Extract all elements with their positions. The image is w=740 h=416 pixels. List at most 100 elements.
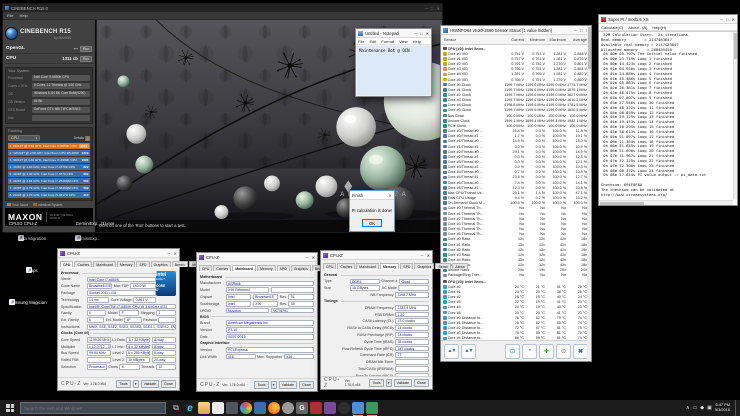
ranking-row[interactable]: 5. 4C/8T @ 3.40 GHz, Intel Core i7-3770 … (8, 171, 90, 177)
reorder-button[interactable]: ▲▼ (461, 344, 476, 359)
chart-app-icon[interactable] (366, 402, 378, 414)
superpi-title-bar[interactable]: Super PI / mod1.5 XS ─□✕ (599, 15, 737, 24)
menu-item[interactable]: Help (413, 39, 421, 44)
sensor-row[interactable]: Core #4 Clock 4198.8 MHz 1199.6 MHz 4199… (441, 103, 587, 108)
menu-item[interactable]: Help(H) (652, 25, 666, 30)
sensor-row[interactable]: Core #3/Thread #1 ... 0.0 % 0.0 % 100.0 … (441, 165, 587, 170)
menu-item[interactable]: Edit (369, 39, 376, 44)
sensor-row[interactable]: Core #5 VID 0.766 V 0.751 V 1.276 V 0.86… (441, 77, 587, 82)
menu-item[interactable]: Help (19, 13, 27, 18)
sensor-row[interactable]: Core #0/Thread #0 ... 16.4 % 0.0 % 100.0… (441, 129, 587, 134)
remote-sensor-icon[interactable]: ⊡ (505, 344, 520, 359)
sensor-row[interactable]: Core #3 Clock 1199.7 MHz 1199.6 MHz 4199… (441, 98, 587, 103)
ranking-row[interactable]: 8. 2C/4T @ 1.70 GHz, Intel Core i5-3317U… (8, 192, 90, 198)
blue-app-icon[interactable] (254, 402, 266, 414)
firefox-icon[interactable] (268, 402, 280, 414)
sensor-row[interactable]: Core #5 20 °C 20 °C 41 °C 23 °C (441, 310, 587, 315)
sensor-row[interactable]: Core #1/Thread #0 ... 14.9 % 0.0 % 100.0… (441, 139, 587, 144)
purple-app-icon[interactable] (324, 402, 336, 414)
sensor-row[interactable]: Package/Ring Ther... No No No No (441, 273, 587, 278)
sensor-row[interactable]: Core #5/Thread #0 ... 7.4 % 0.0 % 100.0 … (441, 180, 587, 185)
maximize-icon[interactable]: □ (431, 4, 434, 13)
sensor-row[interactable]: Core #5/Thread #1 ... 12.3 % 0.0 % 100.0… (441, 185, 587, 190)
minimize-icon[interactable]: ─ (425, 4, 428, 13)
window-app-icon[interactable] (352, 402, 364, 414)
tray-chevron-icon[interactable]: ∧ (686, 405, 690, 411)
sensor-row[interactable]: PCIe Clock 100.0 MHz 100.0 MHz 100.0 MHz… (441, 123, 587, 128)
scrollbar-thumb[interactable] (588, 27, 591, 69)
start-logging-icon[interactable]: ✚ (539, 344, 554, 359)
ranking-row[interactable]: 1. 6C/12T @ 3.60 GHz, Intel Core i7-6850… (8, 143, 90, 149)
column-current[interactable]: Current (503, 38, 524, 42)
maximize-icon[interactable]: □ (726, 15, 729, 24)
cpuz-title-bar[interactable]: CPU-Z ─✕ (321, 251, 432, 260)
column-maximum[interactable]: Maximum (545, 38, 566, 42)
sensor-row[interactable]: Core #4 VID 1.281 V 0.766 V 1.281 V 0.88… (441, 72, 587, 77)
sensor-row[interactable]: Uncore Clock 1999.1 MHz 1899.4 MHz 1999.… (441, 118, 587, 123)
menu-item[interactable]: View (399, 39, 408, 44)
sensor-row[interactable]: Core #0/Thread #1 ... 1.7 % 0.0 % 100.0 … (441, 134, 587, 139)
cpuz-title-bar[interactable]: CPU-Z ─✕ (58, 249, 179, 258)
desktop-icon-samsung-magician[interactable]: Samsung Magician (2, 300, 54, 305)
sensor-row[interactable]: On-Demand Clock M... 100.0 % 100.0 % 100… (441, 201, 587, 206)
minimize-icon[interactable]: ─ (168, 249, 171, 258)
superpi-vertical-scrollbar[interactable] (733, 32, 737, 199)
tab[interactable]: Bench (435, 263, 451, 269)
sensor-row[interactable]: Core #2/Thread #1 ... 0.0 % 0.0 % 100.0 … (441, 154, 587, 159)
minimize-icon[interactable]: ─ (421, 251, 424, 260)
sensor-row[interactable]: Core #3 Distance to... 78 °C 59 °C 81 °C… (441, 331, 587, 336)
desktop-icon-data-migration[interactable]: Data Migration (6, 236, 58, 241)
sensor-row[interactable]: Core #1 Thermal Th... No No No No (441, 211, 587, 216)
close-icon[interactable]: ✕ (388, 191, 392, 200)
sensor-row[interactable]: Core #0 Thermal Th... No No No No (441, 206, 587, 211)
menu-item[interactable]: Calculate(C) (601, 25, 623, 30)
move-up-down-button[interactable]: ▲▼ (444, 344, 459, 359)
sensor-row[interactable]: Core #4 Thermal Th... No No No No (441, 226, 587, 231)
g-app-icon[interactable]: G (296, 402, 308, 414)
start-button[interactable] (0, 400, 20, 416)
menu-item[interactable]: About...(A) (628, 25, 647, 30)
sensor-row[interactable]: Core #1 Distance to... 76 °C 62 °C 80 °C… (441, 320, 587, 325)
sensor-row[interactable]: Max CPU/Thread Us... 29.1 % 1.4 % 100.0 … (441, 190, 587, 195)
ranking-row[interactable]: 7. 4C/8T @ 2.79 GHz, Intel Core i7-3840Q… (8, 185, 90, 191)
minimize-icon[interactable]: ─ (306, 253, 309, 262)
sensor-row[interactable]: Core #4/Thread #0 ... 0.7 % 0.0 % 100.0 … (441, 170, 587, 175)
validate-button[interactable]: Validate (394, 379, 412, 387)
hwinfo-scrollbar[interactable] (587, 26, 591, 361)
superpi-horizontal-scrollbar[interactable] (599, 200, 733, 205)
monitor-app-icon[interactable] (226, 402, 238, 414)
sensor-row[interactable]: Core #1 VID 0.757 V 0.751 V 1.281 V 0.87… (441, 56, 587, 61)
cpuz-title-bar[interactable]: CPU-Z ─✕ (197, 253, 317, 262)
sensor-row[interactable]: Core #0 Clock 1199.7 MHz 1199.6 MHz 4199… (441, 82, 587, 87)
sensor-row[interactable]: Core #2 Distance to... 72 °C 57 °C 81 °C… (441, 325, 587, 330)
minimize-icon[interactable]: ─ (720, 15, 723, 24)
close-icon[interactable]: ✕ (173, 249, 177, 258)
sensor-row[interactable]: Total CPU Usage 9.4 % 0.2 % 100.0 % 15.2… (441, 196, 587, 201)
sensor-row[interactable]: Core #3 Thermal Th... No No No No (441, 221, 587, 226)
tab[interactable]: About (452, 263, 467, 269)
desktop-icon-gemini[interactable]: GeminiExp... (62, 236, 114, 241)
dialog-title-bar[interactable]: Finish ✕ (350, 191, 394, 200)
task-view-icon[interactable]: ⧉ (170, 402, 182, 414)
desktop-icon-fraps[interactable]: Fraps (6, 268, 58, 273)
ok-button[interactable]: OK (362, 219, 382, 227)
maximize-icon[interactable]: □ (580, 26, 583, 35)
edge-icon[interactable]: e (184, 402, 196, 414)
close-icon[interactable]: ✕ (731, 15, 735, 24)
sensor-row[interactable]: Core #2 Clock 1199.7 MHz 1199.6 MHz 4199… (441, 92, 587, 97)
show-desktop-button[interactable] (735, 400, 738, 416)
tools-dropdown-icon[interactable]: ▾ (386, 379, 392, 387)
sensor-row[interactable]: Core #4 Distance to... 66 °C 59 °C 81 °C… (441, 336, 587, 340)
close-button[interactable]: Close (414, 379, 429, 387)
hwinfo-column-headers[interactable]: Sensor Current Minimum Maximum Average (441, 35, 591, 45)
taskbar-clock[interactable]: 6:47 PM 5/3/2016 (715, 403, 730, 412)
tray-notification-icon[interactable]: ▣ (707, 405, 712, 411)
close-icon[interactable]: ✕ (425, 29, 429, 38)
menu-item[interactable]: File (7, 13, 13, 18)
cpu-run-button[interactable]: Run (80, 56, 92, 62)
desktop-icon-label-cpuz[interactable]: CPUID CPU-Z (2, 221, 44, 226)
sensor-row[interactable]: Core #2 VID 0.761 V 0.751 V 1.276 V 0.86… (441, 61, 587, 66)
ranking-row[interactable]: 4. 4C/8T @ 4.40 GHz, Intel Core i7-4770K… (8, 164, 90, 170)
minimize-icon[interactable]: ─ (574, 26, 577, 35)
sensor-row[interactable]: Core #1 Clock 1199.7 MHz 1199.6 MHz 4199… (441, 87, 587, 92)
